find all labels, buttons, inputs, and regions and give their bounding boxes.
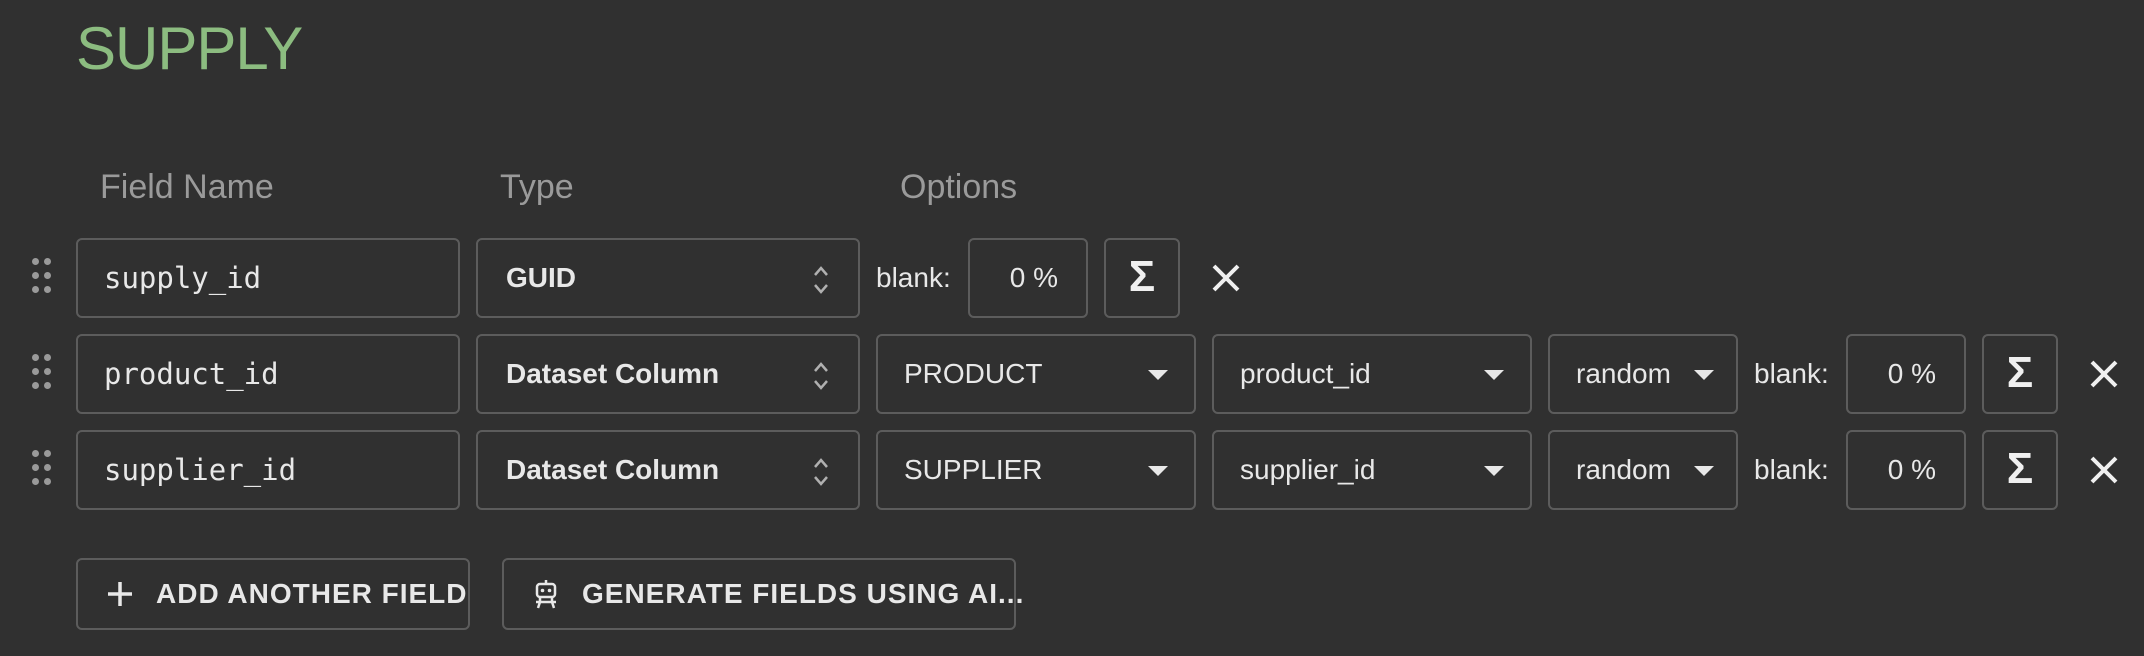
unfold-icon — [814, 266, 828, 294]
drag-handle-icon[interactable] — [32, 354, 54, 394]
mode-dropdown-value: random — [1576, 358, 1671, 389]
column-header-field-name: Field Name — [100, 168, 274, 206]
blank-label: blank: — [1754, 454, 1829, 485]
add-another-field-button[interactable]: ADD ANOTHER FIELD — [76, 558, 470, 630]
column-dropdown-value: product_id — [1240, 358, 1371, 389]
formula-button[interactable]: Σ — [1982, 334, 2058, 414]
column-dropdown-value: supplier_id — [1240, 454, 1376, 485]
type-selector[interactable]: Dataset Column — [476, 430, 860, 510]
column-header-options: Options — [900, 168, 1018, 206]
formula-button[interactable]: Σ — [1104, 238, 1180, 318]
caret-down-icon — [1694, 370, 1714, 380]
dataset-dropdown[interactable]: SUPPLIER — [876, 430, 1196, 510]
close-icon[interactable] — [2084, 450, 2124, 490]
field-row-supplier-id: supplier_id Dataset Column SUPPLIER supp… — [0, 430, 2144, 512]
dataset-dropdown-value: SUPPLIER — [904, 454, 1043, 485]
mode-dropdown[interactable]: random — [1548, 430, 1738, 510]
caret-down-icon — [1484, 370, 1504, 380]
caret-down-icon — [1694, 466, 1714, 476]
unfold-icon — [814, 458, 828, 486]
type-selector-value: Dataset Column — [506, 454, 720, 485]
column-header-type: Type — [500, 168, 574, 206]
caret-down-icon — [1484, 466, 1504, 476]
caret-down-icon — [1148, 370, 1168, 380]
close-icon[interactable] — [1206, 258, 1246, 298]
column-dropdown[interactable]: supplier_id — [1212, 430, 1532, 510]
drag-handle-icon[interactable] — [32, 450, 54, 490]
blank-percent-input[interactable]: 0 % — [1846, 430, 1966, 510]
generate-fields-ai-label: GENERATE FIELDS USING AI... — [582, 578, 1025, 609]
unfold-icon — [814, 362, 828, 390]
mode-dropdown[interactable]: random — [1548, 334, 1738, 414]
field-row-product-id: product_id Dataset Column PRODUCT produc… — [0, 334, 2144, 416]
close-icon[interactable] — [2084, 354, 2124, 394]
formula-button[interactable]: Σ — [1982, 430, 2058, 510]
field-name-input[interactable]: product_id — [76, 334, 460, 414]
mode-dropdown-value: random — [1576, 454, 1671, 485]
blank-label: blank: — [1754, 358, 1829, 389]
drag-handle-icon[interactable] — [32, 258, 54, 298]
column-dropdown[interactable]: product_id — [1212, 334, 1532, 414]
section-title: SUPPLY — [76, 15, 303, 82]
field-row-supply-id: supply_id GUID blank: 0 % Σ — [0, 238, 2144, 320]
type-selector-value: Dataset Column — [506, 358, 720, 389]
type-selector[interactable]: GUID — [476, 238, 860, 318]
dataset-dropdown-value: PRODUCT — [904, 358, 1043, 389]
plus-icon — [108, 582, 132, 606]
generate-fields-ai-button[interactable]: GENERATE FIELDS USING AI... — [502, 558, 1023, 630]
field-name-input[interactable]: supply_id — [76, 238, 460, 318]
dataset-dropdown[interactable]: PRODUCT — [876, 334, 1196, 414]
add-another-field-label: ADD ANOTHER FIELD — [156, 578, 468, 609]
type-selector[interactable]: Dataset Column — [476, 334, 860, 414]
blank-percent-input[interactable]: 0 % — [1846, 334, 1966, 414]
blank-label: blank: — [876, 262, 951, 293]
robot-icon — [535, 580, 557, 609]
type-selector-value: GUID — [506, 262, 576, 293]
blank-percent-input[interactable]: 0 % — [968, 238, 1088, 318]
caret-down-icon — [1148, 466, 1168, 476]
field-name-input[interactable]: supplier_id — [76, 430, 460, 510]
